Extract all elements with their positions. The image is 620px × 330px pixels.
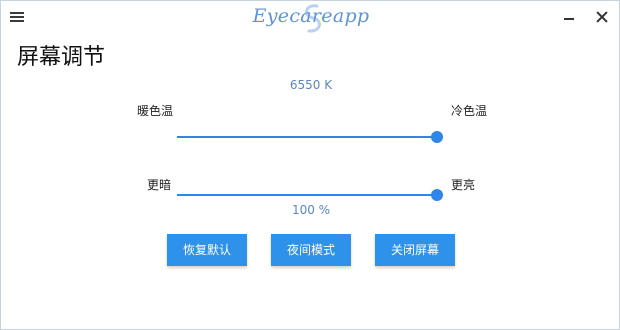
warm-temperature-label: 暖色温 <box>137 104 174 118</box>
darker-label: 更暗 <box>147 178 172 192</box>
brightness-slider[interactable] <box>177 188 443 202</box>
brighter-label: 更亮 <box>451 178 476 192</box>
app-window: Eyecareapp 屏幕调节 6550 K 暖色温 冷色温 更暗 更亮 100… <box>0 0 620 330</box>
cool-temperature-label: 冷色温 <box>451 104 488 118</box>
close-icon[interactable] <box>594 9 610 25</box>
minimize-icon[interactable] <box>564 18 574 20</box>
brightness-value: 100 % <box>291 203 331 217</box>
app-title: Eyecareapp <box>252 5 370 27</box>
title-bar: Eyecareapp <box>1 1 619 35</box>
slider-fill <box>177 194 437 196</box>
reset-default-button[interactable]: 恢复默认 <box>167 234 247 266</box>
slider-thumb[interactable] <box>431 131 443 143</box>
night-mode-button[interactable]: 夜间模式 <box>271 234 351 266</box>
menu-line <box>10 20 24 22</box>
slider-fill <box>177 136 437 138</box>
page-title: 屏幕调节 <box>17 45 106 70</box>
slider-thumb[interactable] <box>431 189 443 201</box>
color-temperature-slider[interactable] <box>177 130 443 144</box>
menu-line <box>10 16 24 18</box>
turn-off-screen-button[interactable]: 关闭屏幕 <box>375 234 455 266</box>
hamburger-menu-icon[interactable] <box>10 11 24 23</box>
app-logo: Eyecareapp <box>241 1 381 35</box>
color-temperature-value: 6550 K <box>289 78 333 92</box>
menu-line <box>10 12 24 14</box>
